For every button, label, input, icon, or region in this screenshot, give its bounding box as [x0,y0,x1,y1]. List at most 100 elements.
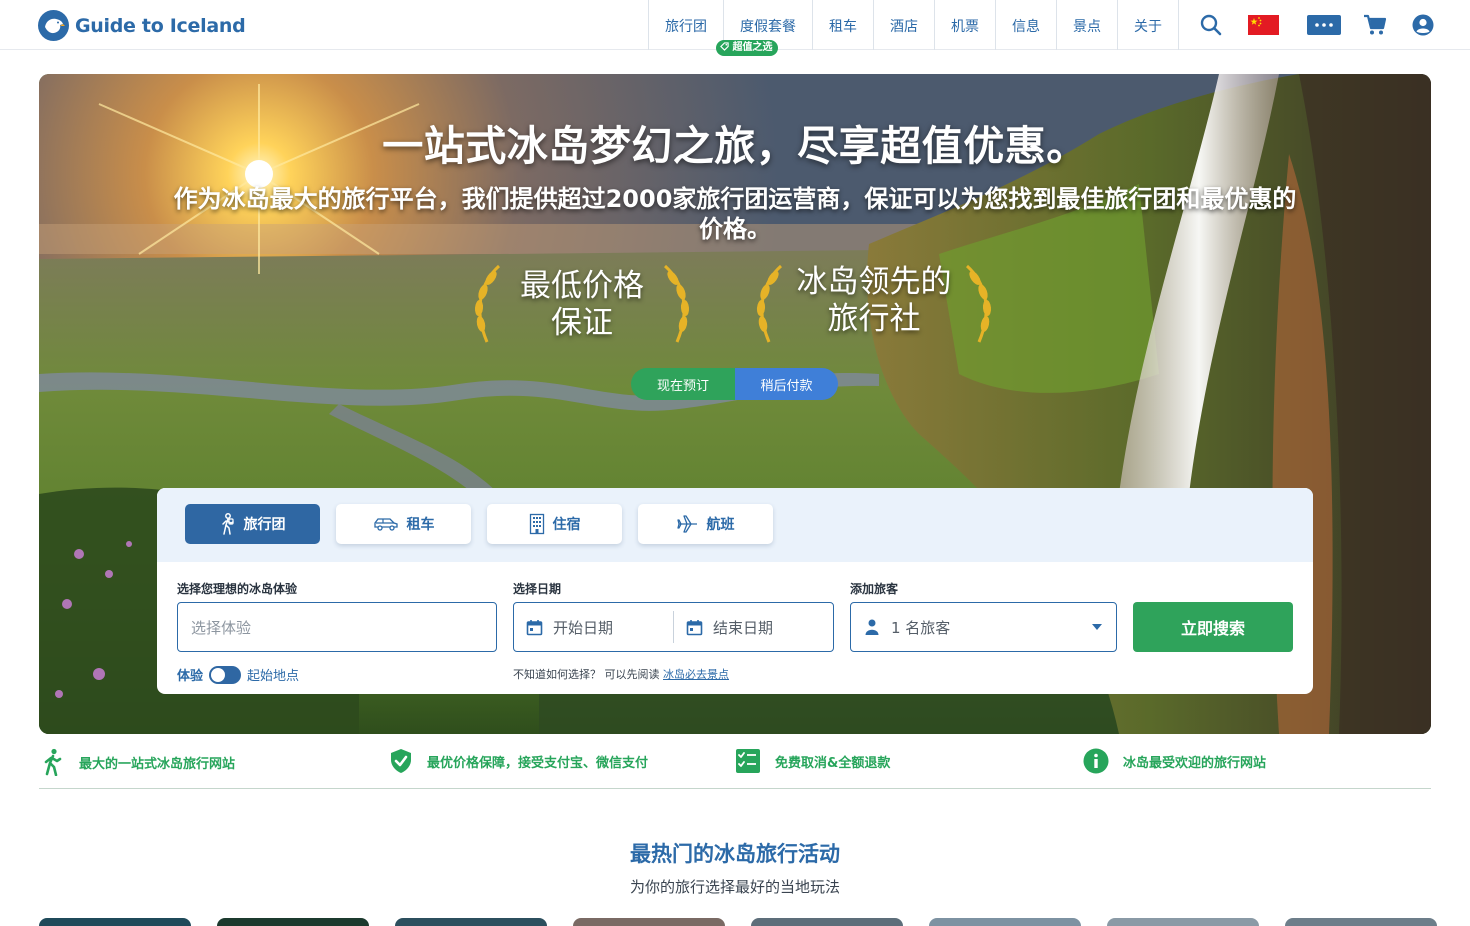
tab-label: 旅行团 [243,517,286,533]
section-subtitle: 为你的旅行选择最好的当地玩法 [629,878,840,896]
tab-accommodation[interactable]: 住宿 [487,504,622,544]
end-date-field[interactable]: 结束日期 [674,617,773,638]
nav-label: 关于 [1134,19,1162,35]
best-deal-badge: 超值之选 [716,40,779,56]
nav-item-packages[interactable]: 度假套餐 超值之选 [716,0,812,56]
usp-item: 最大的一站式冰岛旅行网站 [41,748,235,776]
usp-text: 最优价格保障，接受支付宝、微信支付 [427,755,649,771]
award-line: 最低价格 [520,268,644,304]
tag-icon [720,42,729,51]
search-mode-toggle[interactable]: 体验 起始地点 [177,665,299,684]
travelers-value: 1 名旅客 [891,618,951,637]
hiker-icon [221,513,234,535]
date-label: 选择日期 [513,582,562,596]
site-name: Guide to Iceland [75,14,246,37]
search-panel: 旅行团 租车 住宿 航班 选择您理想的冰岛体验 选择体验 选择日期 开始日期 结… [157,488,1313,694]
end-date-text: 结束日期 [713,618,774,637]
book-now-label: 现在预订 [631,368,735,400]
user-account-icon[interactable] [1395,14,1451,36]
main-menu: 旅行团 度假套餐 超值之选 租车 酒店 机票 信息 景点 关于 [648,0,1178,56]
hiker-icon [44,748,62,776]
tab-tours[interactable]: 旅行团 [185,504,320,544]
nav-item-flights[interactable]: 机票 [934,0,995,50]
section-title: 最热门的冰岛旅行活动 [630,842,840,866]
info-icon [1083,748,1109,774]
tour-card[interactable] [39,918,191,926]
experience-input[interactable]: 选择体验 [177,602,497,652]
nav-label: 酒店 [890,19,918,35]
car-icon [373,518,398,531]
calendar-icon [526,619,543,635]
must-see-attractions-link[interactable]: 冰岛必去景点 [663,668,729,681]
tour-card[interactable] [751,918,903,926]
tab-label: 住宿 [552,517,581,533]
award-line: 保证 [551,305,613,341]
nav-item-car-rental[interactable]: 租车 [812,0,873,50]
toggle-label-experience: 体验 [177,669,204,684]
tour-card[interactable] [1285,918,1437,926]
toggle-switch[interactable] [209,665,242,684]
award-line: 冰岛领先的 [796,264,952,300]
tour-card[interactable] [1107,918,1259,926]
experience-placeholder: 选择体验 [191,618,252,637]
building-icon [529,513,544,535]
puffin-logo-icon [38,10,69,41]
top-navigation-bar: Guide to Iceland 旅行团 度假套餐 超值之选 租车 酒店 机票 … [0,0,1470,56]
hint-text: 不知道如何选择？ 可以先阅读 [513,668,660,681]
hero-subtitle: 作为冰岛最大的旅行平台，我们提供超过2000家旅行团运营商，保证可以为您找到最佳… [173,185,1297,243]
usp-text: 冰岛最受欢迎的旅行网站 [1123,755,1267,771]
more-menu-icon[interactable] [1283,15,1355,35]
nav-label: 旅行团 [665,19,707,35]
hero-title: 一站式冰岛梦幻之旅，尽享超值优惠。 [382,122,1088,170]
travelers-select[interactable]: 1 名旅客 [850,602,1117,652]
china-flag-icon[interactable] [1243,15,1283,35]
book-now-pay-later-pill: 现在预订 稍后付款 [631,368,838,400]
tab-label: 租车 [406,517,435,533]
plane-icon [676,515,697,533]
nav-item-attractions[interactable]: 景点 [1056,0,1117,50]
search-tabs: 旅行团 租车 住宿 航班 [157,488,1313,562]
nav-item-about[interactable]: 关于 [1117,0,1178,50]
award-leading-agency: 冰岛领先的 旅行社 [749,264,999,346]
usp-item: 最优价格保障，接受支付宝、微信支付 [389,748,648,774]
nav-label: 机票 [951,19,979,35]
date-range-picker[interactable]: 开始日期 结束日期 [513,602,834,652]
usp-text: 免费取消&全额退款 [775,755,891,771]
usp-item: 冰岛最受欢迎的旅行网站 [1083,748,1266,774]
nav-item-tours[interactable]: 旅行团 [648,0,723,50]
award-lowest-price: 最低价格 保证 [467,264,697,346]
nav-item-hotels[interactable]: 酒店 [873,0,934,50]
search-now-button[interactable]: 立即搜索 [1133,602,1293,652]
nav-label: 度假套餐 [740,19,796,35]
tour-cards-row [39,918,1437,926]
checklist-icon [736,749,760,773]
tab-flights[interactable]: 航班 [638,504,773,544]
award-line: 旅行社 [827,301,921,337]
start-date-text: 开始日期 [553,618,614,637]
start-date-field[interactable]: 开始日期 [514,611,674,643]
cart-icon[interactable] [1355,14,1395,36]
usp-item: 免费取消&全额退款 [735,748,890,774]
search-icon[interactable] [1179,14,1243,36]
tour-card[interactable] [395,918,547,926]
tour-card[interactable] [929,918,1081,926]
toggle-label-start-point: 起始地点 [247,669,300,684]
tour-card[interactable] [217,918,369,926]
nav-utility-icons [1178,0,1451,50]
calendar-icon [686,619,703,635]
shield-check-icon [391,749,411,773]
nav-label: 信息 [1012,19,1040,35]
nav-label: 景点 [1073,19,1101,35]
person-icon [865,619,879,635]
usp-text: 最大的一站式冰岛旅行网站 [79,756,236,772]
travelers-label: 添加旅客 [850,582,899,596]
site-logo[interactable]: Guide to Iceland [38,10,246,41]
chevron-down-icon [1092,624,1102,630]
pay-later-label: 稍后付款 [735,368,838,400]
tour-card[interactable] [573,918,725,926]
badge-label: 超值之选 [732,42,773,53]
tab-label: 航班 [706,517,735,533]
experience-label: 选择您理想的冰岛体验 [177,582,298,596]
nav-item-info[interactable]: 信息 [995,0,1056,50]
tab-car-rental[interactable]: 租车 [336,504,471,544]
